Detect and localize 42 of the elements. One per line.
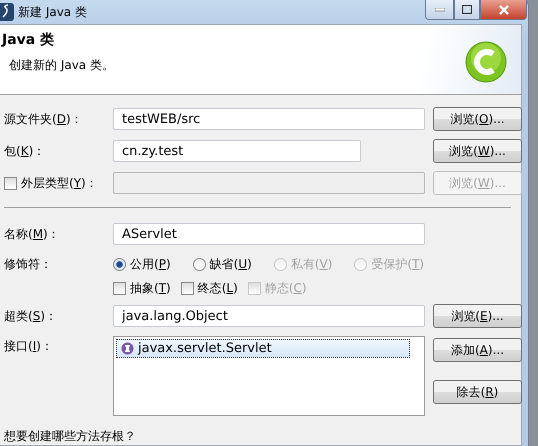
browse-button[interactable]: 浏览(W)... xyxy=(433,139,522,163)
name-field[interactable]: AServlet xyxy=(113,223,425,245)
radio-label: 公用(P) xyxy=(130,256,171,272)
radio-label: 受保护(T) xyxy=(371,256,424,272)
checkbox[interactable] xyxy=(113,282,126,294)
field-label: 修饰符： xyxy=(4,256,53,272)
class-icon xyxy=(465,41,507,83)
radio-button[interactable] xyxy=(192,258,206,270)
window-title: 新建 Java 类 xyxy=(18,4,88,20)
minimize-button[interactable] xyxy=(425,0,454,20)
superclass-field[interactable]: java.lang.Object xyxy=(113,305,425,327)
field-label: 源文件夹(D)： xyxy=(4,110,84,128)
radio-label: 私有(V) xyxy=(290,256,332,272)
radio-button[interactable] xyxy=(113,258,126,270)
minimize-icon xyxy=(434,8,444,12)
browse-button[interactable]: 浏览(E)... xyxy=(433,304,522,328)
checkbox-label: 外层类型(Y)： xyxy=(21,174,98,192)
interface-icon xyxy=(121,342,134,355)
page-description: 创建新的 Java 类。 xyxy=(9,57,114,74)
radio-label: 缺省(U) xyxy=(210,256,252,272)
source-folder-field[interactable]: testWEB/src xyxy=(113,108,425,130)
close-button[interactable] xyxy=(480,0,527,20)
field-label: 超类(S)： xyxy=(4,308,58,324)
field-label: 名称(M)： xyxy=(4,226,61,242)
checkbox[interactable] xyxy=(180,282,194,294)
list-item[interactable]: javax.servlet.Servlet xyxy=(116,339,410,358)
interface-name: javax.servlet.Servlet xyxy=(138,341,272,356)
package-field[interactable]: cn.zy.test xyxy=(113,140,361,162)
field-label: 接口(I)： xyxy=(4,338,54,355)
checkbox-label: 抽象(T) xyxy=(130,280,171,296)
field-label: 包(K)： xyxy=(4,142,46,160)
remove-button[interactable]: 除去(R) xyxy=(433,380,522,404)
browse-button[interactable]: 浏览(O)... xyxy=(433,107,522,131)
stubs-question: 想要创建哪些方法存根？ xyxy=(4,428,137,445)
maximize-icon xyxy=(462,5,472,14)
page-title: Java 类 xyxy=(2,31,56,49)
checkbox-label: 终态(L) xyxy=(198,280,238,296)
app-icon xyxy=(0,3,14,21)
close-icon xyxy=(498,4,510,14)
checkbox-label: 静态(C) xyxy=(264,280,307,296)
maximize-button[interactable] xyxy=(454,0,480,20)
add-button[interactable]: 添加(A)... xyxy=(433,338,522,362)
